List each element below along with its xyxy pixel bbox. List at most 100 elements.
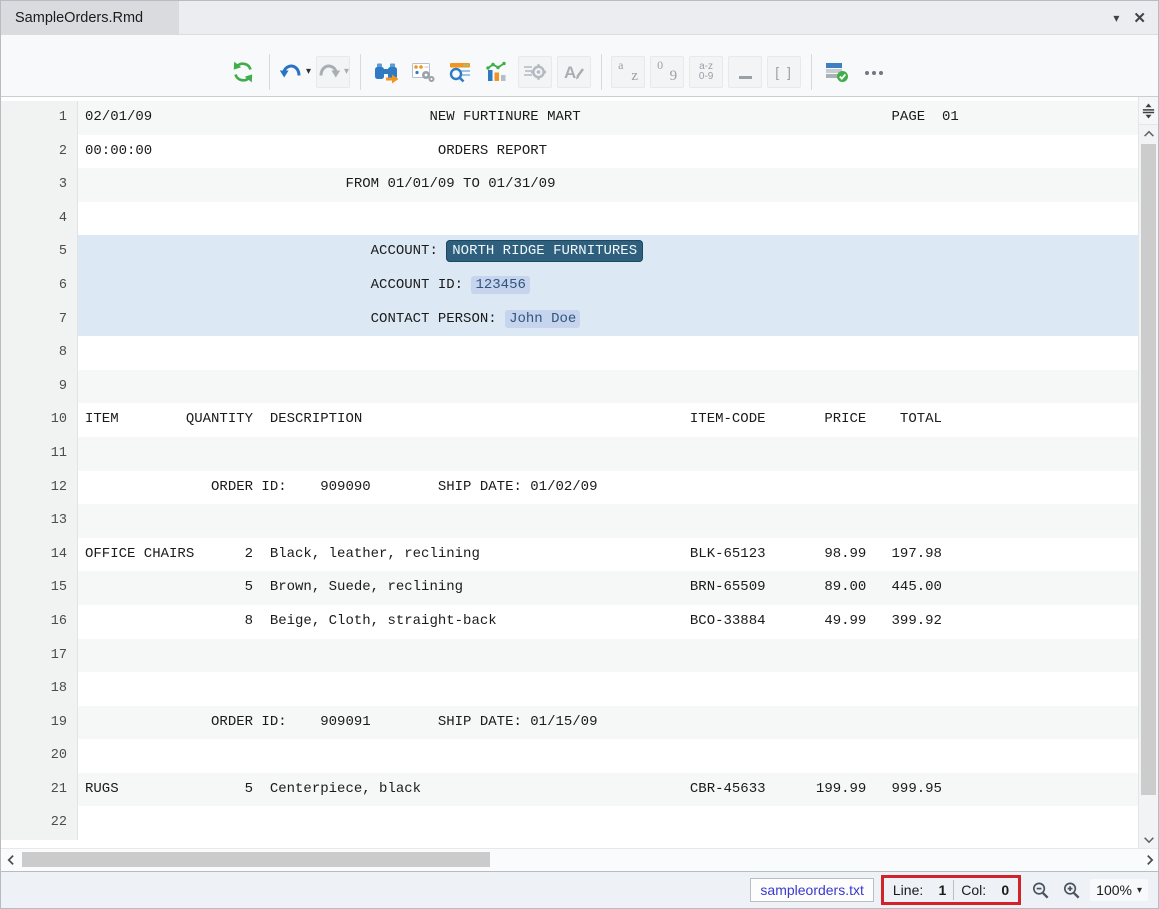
undo-button[interactable]: ▾ <box>279 57 311 87</box>
report-text-segment: RUGS 5 Centerpiece, black CBR-45633 199.… <box>85 781 942 797</box>
table-verify-button[interactable] <box>821 57 853 87</box>
report-line-text[interactable]: 5 Brown, Suede, reclining BRN-65509 89.0… <box>78 571 942 605</box>
horizontal-scrollbar[interactable] <box>1 848 1158 871</box>
find-binoculars-button[interactable] <box>370 57 402 87</box>
report-text-segment: ITEM QUANTITY DESCRIPTION ITEM-CODE PRIC… <box>85 411 942 427</box>
field-options-icon <box>410 60 436 84</box>
scroll-down-button[interactable] <box>1139 831 1158 848</box>
svg-text:A: A <box>564 63 576 82</box>
close-icon[interactable]: ✕ <box>1133 9 1146 27</box>
chevron-up-icon <box>1142 129 1156 138</box>
tab-sampleorders[interactable]: SampleOrders.Rmd <box>1 1 179 34</box>
undo-icon <box>279 61 303 83</box>
report-text-segment: FROM 01/01/09 TO 01/31/09 <box>85 176 555 192</box>
line-number: 7 <box>1 303 78 337</box>
document-main: 102/01/09 NEW FURTINURE MART PAGE 01200:… <box>1 97 1158 848</box>
source-file-name: sampleorders.txt <box>760 882 863 898</box>
chevron-right-icon <box>1145 853 1154 867</box>
report-line-text[interactable]: CONTACT PERSON: John Doe <box>78 303 580 337</box>
report-line-text[interactable]: ACCOUNT: NORTH RIDGE FURNITURES <box>78 235 643 269</box>
underscore-icon <box>739 64 752 79</box>
more-options-button[interactable] <box>858 57 890 87</box>
report-line-text[interactable]: ACCOUNT ID: 123456 <box>78 269 530 303</box>
source-file-button[interactable]: sampleorders.txt <box>750 878 873 902</box>
report-line-text[interactable]: ORDER ID: 909091 SHIP DATE: 01/15/09 <box>78 706 597 740</box>
report-text-segment: CONTACT PERSON: <box>85 311 505 327</box>
report-lines: 102/01/09 NEW FURTINURE MART PAGE 01200:… <box>1 97 1138 848</box>
report-line-text[interactable] <box>78 739 85 773</box>
report-line: 17 <box>1 639 1138 673</box>
report-line-text[interactable]: 02/01/09 NEW FURTINURE MART PAGE 01 <box>78 101 959 135</box>
chart-icon <box>484 60 510 84</box>
tab-list-caret-icon[interactable]: ▾ <box>1113 11 1119 25</box>
horizontal-scrollbar-thumb[interactable] <box>22 852 490 867</box>
zoom-out-button[interactable] <box>1028 878 1052 902</box>
split-view-button[interactable] <box>1139 97 1158 125</box>
line-number: 20 <box>1 739 78 773</box>
line-number: 8 <box>1 336 78 370</box>
report-line: 7 CONTACT PERSON: John Doe <box>1 303 1138 337</box>
chevron-down-icon <box>1142 835 1156 844</box>
report-line-text[interactable] <box>78 639 85 673</box>
sort-alnum-icon: a-z0-9 <box>699 62 713 82</box>
zoom-level-dropdown[interactable]: 100% ▾ <box>1090 879 1148 901</box>
redo-icon <box>317 61 341 83</box>
report-line-text[interactable]: ORDER ID: 909090 SHIP DATE: 01/02/09 <box>78 471 597 505</box>
field-highlight[interactable]: 123456 <box>471 276 529 294</box>
magnifier-plus-icon <box>1061 880 1082 901</box>
line-number: 12 <box>1 471 78 505</box>
font-edit-button: A <box>557 56 591 88</box>
col-value: 0 <box>993 882 1009 898</box>
report-text-segment: 8 Beige, Cloth, straight-back BCO-33884 … <box>85 613 942 629</box>
zoom-level-value: 100% <box>1096 882 1132 898</box>
report-line-text[interactable]: 00:00:00 ORDERS REPORT <box>78 135 547 169</box>
field-options-button[interactable] <box>407 57 439 87</box>
refresh-button[interactable] <box>227 57 259 87</box>
report-line: 22 <box>1 806 1138 840</box>
auto-define-icon <box>522 60 548 84</box>
report-line: 5 ACCOUNT: NORTH RIDGE FURNITURES <box>1 235 1138 269</box>
report-line: 12 ORDER ID: 909090 SHIP DATE: 01/02/09 <box>1 471 1138 505</box>
report-line-text[interactable]: FROM 01/01/09 TO 01/31/09 <box>78 168 555 202</box>
report-line-text[interactable]: ITEM QUANTITY DESCRIPTION ITEM-CODE PRIC… <box>78 403 942 437</box>
report-line-text[interactable] <box>78 672 85 706</box>
auto-define-button <box>518 56 552 88</box>
chart-button[interactable] <box>481 57 513 87</box>
toolbar-separator <box>811 54 812 90</box>
status-bar: sampleorders.txt Line: 1 Col: 0 100% ▾ <box>1 872 1158 908</box>
report-line-text[interactable] <box>78 504 85 538</box>
line-number: 18 <box>1 672 78 706</box>
line-number: 6 <box>1 269 78 303</box>
line-number: 1 <box>1 101 78 135</box>
toolbar-separator <box>360 54 361 90</box>
report-line: 4 <box>1 202 1138 236</box>
line-number: 9 <box>1 370 78 404</box>
report-line-text[interactable] <box>78 370 85 404</box>
dropdown-caret-icon[interactable]: ▾ <box>306 66 311 77</box>
vertical-scrollbar[interactable] <box>1138 97 1158 848</box>
report-line-text[interactable] <box>78 336 85 370</box>
sort-numbers-icon: 09 <box>656 61 678 83</box>
scroll-up-button[interactable] <box>1139 125 1158 142</box>
report-line-text[interactable]: 8 Beige, Cloth, straight-back BCO-33884 … <box>78 605 942 639</box>
horizontal-scrollbar-track[interactable] <box>19 849 1140 871</box>
report-line-text[interactable] <box>78 202 85 236</box>
vertical-scrollbar-track[interactable] <box>1139 142 1158 831</box>
zoom-in-button[interactable] <box>1059 878 1083 902</box>
vertical-scrollbar-thumb[interactable] <box>1141 144 1156 795</box>
report-line-text[interactable]: RUGS 5 Centerpiece, black CBR-45633 199.… <box>78 773 942 807</box>
report-search-button[interactable] <box>444 57 476 87</box>
toolbar-separator <box>601 54 602 90</box>
splitter-icon <box>1141 103 1156 119</box>
report-line-text[interactable] <box>78 806 85 840</box>
report-line-text[interactable] <box>78 437 85 471</box>
scroll-right-button[interactable] <box>1140 853 1158 867</box>
report-line-text[interactable]: OFFICE CHAIRS 2 Black, leather, reclinin… <box>78 538 942 572</box>
brackets-icon: [ ] <box>775 64 793 80</box>
line-number: 17 <box>1 639 78 673</box>
selected-field-highlight[interactable]: NORTH RIDGE FURNITURES <box>446 240 643 262</box>
report-line: 6 ACCOUNT ID: 123456 <box>1 269 1138 303</box>
line-number: 10 <box>1 403 78 437</box>
scroll-left-button[interactable] <box>1 853 19 867</box>
field-highlight[interactable]: John Doe <box>505 310 580 328</box>
